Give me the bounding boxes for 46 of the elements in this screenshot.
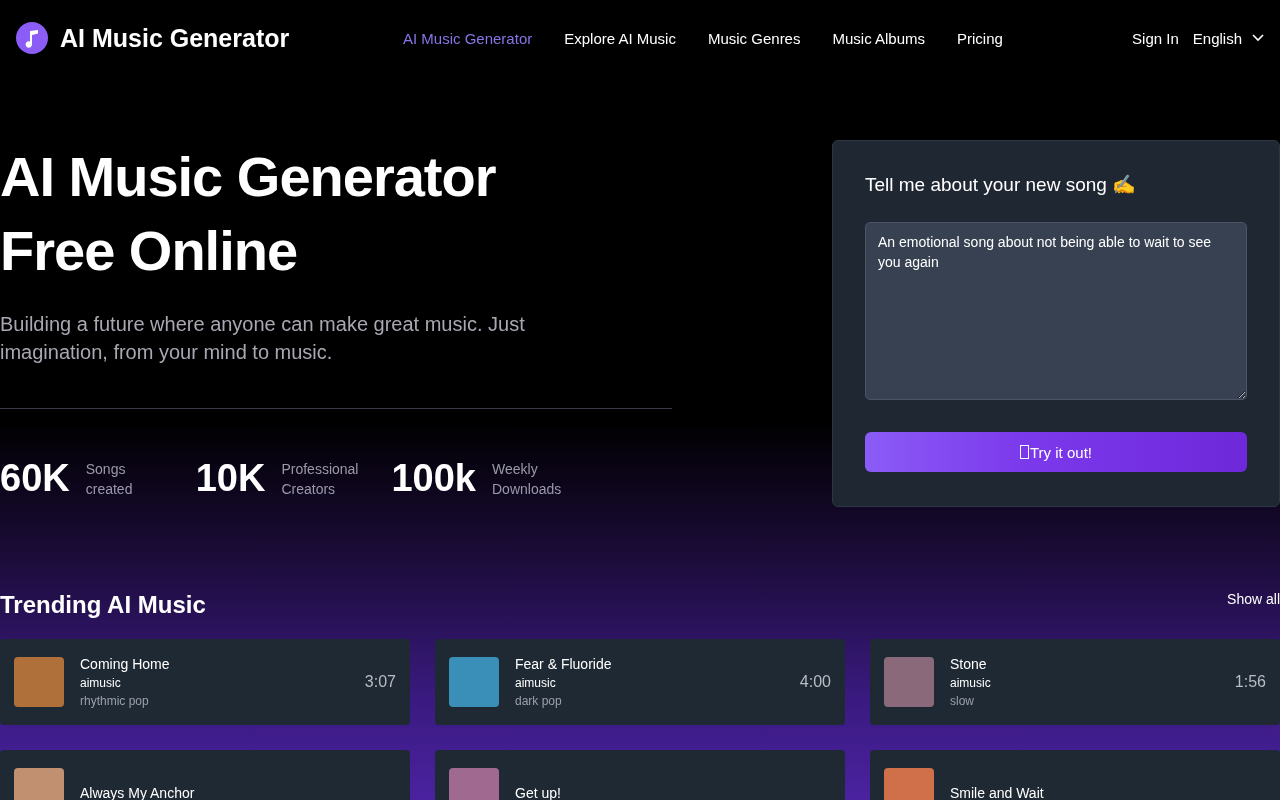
music-note-icon[interactable]: [16, 22, 48, 54]
hero-heading: AI Music Generator: [0, 144, 497, 210]
song-card[interactable]: Fear & Fluoride aimusic dark pop 4:00: [435, 639, 845, 725]
site-title[interactable]: AI Music Generator: [60, 23, 290, 53]
song-artist: aimusic: [515, 675, 557, 692]
hero-subtitle: Building a future where anyone can make great music. Just imagination, from your mind to music.: [0, 312, 526, 365]
song-card[interactable]: Get up!: [435, 750, 845, 800]
nav-link[interactable]: Explore AI Music: [564, 29, 676, 47]
try-it-out-button[interactable]: Try it out!: [865, 432, 1247, 472]
nav-link[interactable]: AI Music Generator: [403, 29, 533, 47]
show-all-link[interactable]: Show all: [1227, 591, 1280, 607]
prompt-title: Tell me about your new song ✍: [865, 173, 1138, 196]
nav-link[interactable]: Music Genres: [707, 29, 801, 47]
song-title: Smile and Wait: [950, 784, 1045, 800]
stat-label: Professional Creators: [281, 459, 360, 499]
song-card[interactable]: Smile and Wait: [870, 750, 1280, 800]
chevron-down-icon: [1252, 34, 1264, 42]
song-title: Stone: [950, 655, 988, 674]
song-title: Get up!: [515, 784, 562, 800]
song-genre: dark pop: [515, 693, 563, 710]
stat-label: Songs created: [85, 459, 134, 499]
missing-glyph-icon: [1020, 445, 1029, 459]
section-heading: Trending AI Music: [0, 591, 206, 619]
sign-in-link[interactable]: Sign In: [1132, 29, 1179, 47]
song-artist: aimusic: [80, 675, 122, 692]
song-artist: aimusic: [950, 675, 992, 692]
nav-link[interactable]: Pricing: [957, 29, 1003, 47]
song-card[interactable]: Stone aimusic slow 1:56: [870, 639, 1280, 725]
song-title: Always My Anchor: [80, 784, 196, 800]
nav-link[interactable]: Music Albums: [832, 29, 925, 47]
stat-value: 60K: [0, 457, 70, 500]
language-dropdown[interactable]: English: [1192, 29, 1264, 47]
song-genre: slow: [950, 693, 975, 710]
stat-label: Weekly Downloads: [492, 459, 563, 499]
hero-heading: Free Online: [0, 218, 299, 284]
song-duration: 3:07: [364, 673, 396, 691]
song-genre: rhythmic pop: [80, 693, 150, 710]
song-duration: 1:56: [1234, 673, 1266, 691]
stat-value: 10K: [195, 457, 266, 500]
song-card[interactable]: Coming Home aimusic rhythmic pop 3:07: [0, 639, 410, 725]
song-description-field[interactable]: An emotional song about not being able to wait to see you again: [865, 222, 1247, 400]
stat-value: 100k: [391, 457, 476, 500]
song-title: Fear & Fluoride: [515, 655, 613, 674]
song-title: Coming Home: [80, 655, 171, 674]
song-duration: 4:00: [799, 673, 831, 691]
song-card[interactable]: Always My Anchor: [0, 750, 410, 800]
